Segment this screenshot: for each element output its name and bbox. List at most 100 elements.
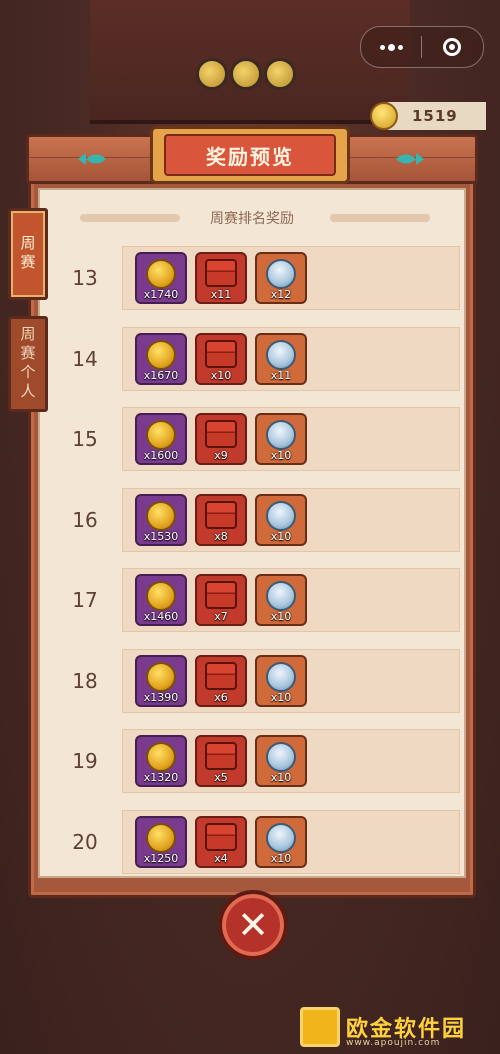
more-button[interactable] (361, 27, 421, 67)
reward-items: x1390 x6 x10 (122, 649, 460, 713)
bowl-quantity: x10 (270, 449, 292, 462)
tab-weekly-individual[interactable]: 周赛个人 (8, 316, 48, 412)
coin-reward[interactable]: x1530 (135, 494, 187, 546)
bowl-reward[interactable]: x10 (255, 655, 307, 707)
reward-items: x1530 x8 x10 (122, 488, 460, 552)
coin-reward[interactable]: x1320 (135, 735, 187, 787)
reward-items: x1320 x5 x10 (122, 729, 460, 793)
reward-row: 17 x1460 x7 x10 (48, 568, 460, 632)
rank-number: 17 (72, 588, 98, 612)
bowl-reward[interactable]: x10 (255, 494, 307, 546)
rank-number: 13 (72, 266, 98, 290)
bowl-reward[interactable]: x10 (255, 574, 307, 626)
lamp-icon (230, 58, 262, 90)
chest-icon (205, 823, 237, 851)
coin-icon (146, 581, 176, 611)
coin-reward[interactable]: x1600 (135, 413, 187, 465)
watermark: 欧金软件园 www.apoujin.com (300, 1002, 496, 1052)
bowl-reward[interactable]: x12 (255, 252, 307, 304)
coin-quantity: x1530 (143, 530, 179, 543)
bowl-icon (266, 662, 296, 692)
coin-quantity: x1460 (143, 610, 179, 623)
chest-quantity: x6 (214, 691, 228, 704)
bowl-icon (266, 581, 296, 611)
bowl-icon (266, 340, 296, 370)
reward-items: x1460 x7 x10 (122, 568, 460, 632)
fish-icon (392, 150, 426, 168)
chest-reward[interactable]: x8 (195, 494, 247, 546)
rank-number: 20 (72, 830, 98, 854)
coin-icon (146, 662, 176, 692)
bowl-icon (266, 742, 296, 772)
coin-quantity: x1390 (143, 691, 179, 704)
exit-button[interactable] (422, 27, 482, 67)
rank-number: 19 (72, 749, 98, 773)
more-icon (379, 43, 403, 51)
reward-row: 14 x1670 x10 x11 (48, 327, 460, 391)
tab-weekly[interactable]: 周赛 (8, 208, 48, 300)
close-button[interactable]: ✕ (218, 890, 288, 960)
chest-icon (205, 662, 237, 690)
bowl-quantity: x11 (270, 369, 292, 382)
bowl-quantity: x12 (270, 288, 292, 301)
lamp-icon (196, 58, 228, 90)
reward-items: x1250 x4 x10 (122, 810, 460, 874)
miniprogram-capsule (360, 26, 484, 68)
coin-counter: 1519 (370, 102, 486, 130)
chest-quantity: x4 (214, 852, 228, 865)
chest-reward[interactable]: x9 (195, 413, 247, 465)
rank-number: 15 (72, 427, 98, 451)
bowl-icon (266, 259, 296, 289)
bowl-quantity: x10 (270, 530, 292, 543)
coin-reward[interactable]: x1250 (135, 816, 187, 868)
reward-row: 16 x1530 x8 x10 (48, 488, 460, 552)
coin-icon (146, 501, 176, 531)
bowl-icon (266, 501, 296, 531)
reward-items: x1670 x10 x11 (122, 327, 460, 391)
coin-reward[interactable]: x1460 (135, 574, 187, 626)
chest-reward[interactable]: x11 (195, 252, 247, 304)
coin-quantity: x1600 (143, 449, 179, 462)
bowl-quantity: x10 (270, 610, 292, 623)
target-icon (443, 38, 461, 56)
chest-quantity: x8 (214, 530, 228, 543)
fish-icon (76, 150, 110, 168)
coin-quantity: x1740 (143, 288, 179, 301)
coin-reward[interactable]: x1390 (135, 655, 187, 707)
reward-items: x1740 x11 x12 (122, 246, 460, 310)
watermark-logo-icon (300, 1007, 340, 1047)
coin-quantity: x1320 (143, 771, 179, 784)
chest-icon (205, 581, 237, 609)
coin-quantity: x1670 (143, 369, 179, 382)
chest-icon (205, 259, 237, 287)
coin-icon (146, 340, 176, 370)
chest-reward[interactable]: x5 (195, 735, 247, 787)
reward-items: x1600 x9 x10 (122, 407, 460, 471)
reward-row: 19 x1320 x5 x10 (48, 729, 460, 793)
bowl-reward[interactable]: x10 (255, 413, 307, 465)
chest-reward[interactable]: x4 (195, 816, 247, 868)
bowl-reward[interactable]: x10 (255, 735, 307, 787)
close-icon: ✕ (237, 903, 269, 947)
chest-icon (205, 420, 237, 448)
coin-reward[interactable]: x1670 (135, 333, 187, 385)
panel-subtitle: 周赛排名奖励 (210, 211, 294, 227)
lamp-icon (264, 58, 296, 90)
coin-reward[interactable]: x1740 (135, 252, 187, 304)
bowl-reward[interactable]: x10 (255, 816, 307, 868)
bowl-reward[interactable]: x11 (255, 333, 307, 385)
bowl-quantity: x10 (270, 852, 292, 865)
rank-number: 18 (72, 669, 98, 693)
chest-quantity: x7 (214, 610, 228, 623)
bowl-quantity: x10 (270, 691, 292, 704)
coin-icon (146, 420, 176, 450)
coin-icon (370, 102, 398, 130)
chest-quantity: x9 (214, 449, 228, 462)
chest-reward[interactable]: x6 (195, 655, 247, 707)
chest-reward[interactable]: x10 (195, 333, 247, 385)
reward-row: 13 x1740 x11 x12 (48, 246, 460, 310)
chest-reward[interactable]: x7 (195, 574, 247, 626)
chest-icon (205, 742, 237, 770)
watermark-url: www.apoujin.com (346, 1038, 441, 1048)
reward-row: 15 x1600 x9 x10 (48, 407, 460, 471)
